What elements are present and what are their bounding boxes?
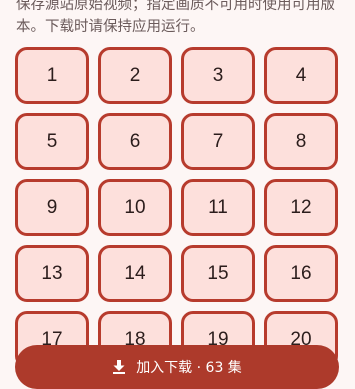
episode-number: 5	[46, 130, 58, 152]
episode-cell[interactable]: 16	[264, 245, 338, 302]
episode-number: 12	[290, 196, 312, 218]
episode-number: 8	[295, 130, 307, 152]
episode-grid: 1 2 3 4 5 6 7 8 9 10 11 12 13 14 15 16 17 18 19 20	[15, 47, 338, 368]
episode-cell[interactable]: 2	[98, 47, 172, 104]
episode-number: 14	[124, 262, 146, 284]
episode-number: 10	[124, 196, 146, 218]
episode-number: 9	[46, 196, 58, 218]
episode-cell[interactable]: 10	[98, 179, 172, 236]
description-text: 保存源站原始视频；指定画质不可用时使用可用版本。下载时请保持应用运行。	[16, 0, 335, 35]
download-icon	[112, 360, 126, 374]
episode-cell[interactable]: 8	[264, 113, 338, 170]
episode-number: 6	[129, 130, 141, 152]
episode-number: 2	[129, 64, 141, 86]
episode-number: 15	[207, 262, 229, 284]
episode-cell[interactable]: 14	[98, 245, 172, 302]
episode-number: 1	[46, 64, 58, 86]
episode-cell[interactable]: 7	[181, 113, 255, 170]
episode-number: 7	[212, 130, 224, 152]
add-download-button[interactable]: 加入下载 · 63 集	[15, 345, 339, 389]
episode-number: 4	[295, 64, 307, 86]
episode-cell[interactable]: 4	[264, 47, 338, 104]
episode-number: 13	[41, 262, 63, 284]
episode-number: 3	[212, 64, 224, 86]
episode-cell[interactable]: 15	[181, 245, 255, 302]
episode-cell[interactable]: 5	[15, 113, 89, 170]
episode-cell[interactable]: 9	[15, 179, 89, 236]
episode-cell[interactable]: 6	[98, 113, 172, 170]
episode-number: 11	[208, 196, 228, 218]
episode-cell[interactable]: 1	[15, 47, 89, 104]
episode-cell[interactable]: 13	[15, 245, 89, 302]
episode-cell[interactable]: 12	[264, 179, 338, 236]
episode-cell[interactable]: 11	[181, 179, 255, 236]
add-download-label: 加入下载 · 63 集	[136, 360, 242, 376]
episode-number: 16	[290, 262, 312, 284]
episode-cell[interactable]: 3	[181, 47, 255, 104]
